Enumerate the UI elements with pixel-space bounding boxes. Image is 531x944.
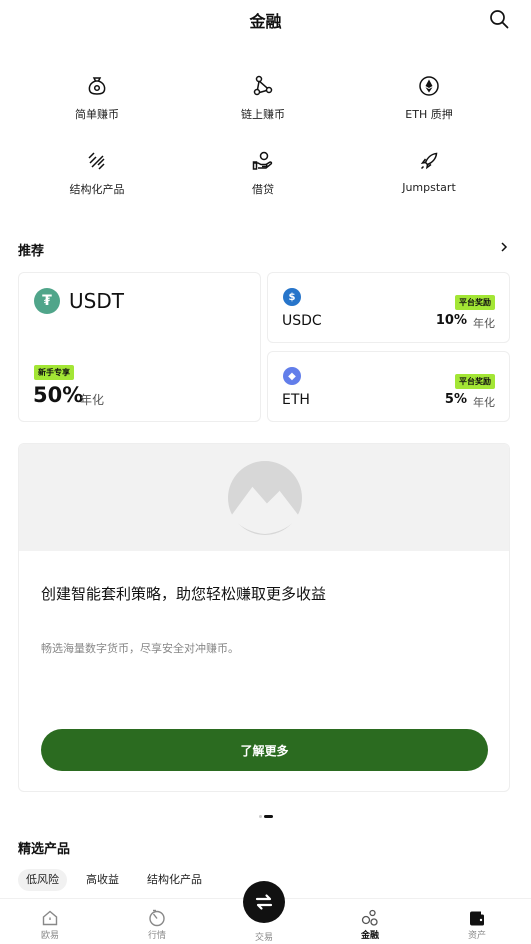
trade-button[interactable] [243, 881, 285, 923]
tab-label: 交易 [254, 933, 273, 943]
tab-label: 行情 [147, 931, 166, 941]
eth-coin-icon: ◆ [283, 367, 301, 385]
promo-subtext: 畅选海量数字货币，尽享安全对冲赚币。 [41, 642, 239, 655]
wallet-icon [470, 911, 484, 926]
quick-action-structured[interactable]: 结构化产品 [14, 149, 180, 197]
bottom-tab-bar: 欧易 行情 交易 金融 资产 [0, 881, 531, 944]
product-card-usdc[interactable]: $ USDC 平台奖励 10% 年化 [267, 272, 510, 343]
search-icon[interactable] [489, 9, 509, 29]
apy-rate: 50% [33, 383, 84, 407]
filter-chip-structured[interactable]: 结构化产品 [139, 869, 210, 891]
apy-rate: 5% [444, 392, 467, 407]
product-card-eth[interactable]: ◆ ETH 平台奖励 5% 年化 [267, 351, 510, 422]
carousel-dot-active[interactable] [263, 815, 273, 818]
quick-action-label: 借贷 [252, 183, 274, 196]
tab-label: 资产 [467, 931, 486, 941]
apy-unit: 年化 [473, 317, 495, 330]
usdt-coin-icon: ₮ [34, 288, 60, 314]
apy-unit: 年化 [80, 393, 105, 407]
promo-banner[interactable]: 创建智能套利策略，助您轻松赚取更多收益 畅选海量数字货币，尽享安全对冲赚币。 了… [18, 443, 510, 792]
quick-action-label: Jumpstart [402, 181, 456, 194]
usdc-coin-icon: $ [283, 288, 301, 306]
image-placeholder-icon [228, 461, 302, 535]
quick-action-label: 结构化产品 [69, 183, 125, 196]
promo-badge: 新手专享 [34, 365, 74, 380]
apy-unit: 年化 [473, 396, 495, 409]
filter-chip-high-yield[interactable]: 高收益 [78, 869, 127, 891]
coin-name: USDC [282, 313, 322, 329]
carousel-dot[interactable] [258, 815, 262, 818]
rocket-icon [420, 152, 438, 170]
tab-label: 金融 [360, 931, 379, 941]
structure-icon [88, 152, 105, 170]
quick-actions-grid: 简单赚币 链上赚币 ETH 质押 结构化产品 借贷 Jumpstart [14, 74, 514, 204]
coin-name: USDT [69, 289, 124, 313]
page-title: 金融 [249, 12, 282, 31]
money-bag-icon [88, 77, 106, 95]
header: 金融 [0, 0, 531, 36]
selected-products-header: 精选产品 [18, 838, 513, 857]
banner-image-placeholder [19, 444, 509, 551]
tab-market[interactable]: 行情 [127, 909, 187, 941]
tab-okx[interactable]: 欧易 [20, 909, 80, 941]
learn-more-button[interactable]: 了解更多 [41, 729, 488, 771]
promo-badge: 平台奖励 [455, 374, 495, 389]
apy-rate: 10% [435, 313, 467, 328]
quick-action-loan[interactable]: 借贷 [180, 149, 346, 197]
nodes-icon [253, 75, 273, 96]
promo-badge: 平台奖励 [455, 295, 495, 310]
ethereum-icon [419, 76, 439, 96]
section-title: 精选产品 [18, 842, 71, 857]
finance-circles-icon [361, 909, 378, 926]
quick-action-simple-earn[interactable]: 简单赚币 [14, 74, 180, 122]
coin-name: ETH [282, 392, 310, 408]
quick-action-label: ETH 质押 [405, 108, 453, 121]
carousel-indicator [0, 806, 531, 825]
tab-label: 欧易 [40, 931, 59, 941]
chevron-right-icon[interactable] [497, 240, 511, 254]
quick-action-eth-staking[interactable]: ETH 质押 [346, 74, 512, 122]
quick-action-onchain-earn[interactable]: 链上赚币 [180, 74, 346, 122]
tab-assets[interactable]: 资产 [447, 909, 507, 941]
loan-hand-icon [252, 151, 273, 170]
swap-arrows-icon [255, 894, 273, 910]
filter-chip-low-risk[interactable]: 低风险 [18, 869, 67, 891]
tab-finance[interactable]: 金融 [340, 909, 400, 941]
recommend-header[interactable]: 推荐 [18, 240, 513, 259]
quick-action-label: 链上赚币 [241, 108, 285, 121]
quick-action-jumpstart[interactable]: Jumpstart [346, 149, 512, 194]
home-icon [42, 910, 58, 926]
quick-action-label: 简单赚币 [75, 108, 119, 121]
product-card-usdt[interactable]: ₮ USDT 新手专享 50% 年化 [18, 272, 261, 422]
section-title: 推荐 [18, 244, 45, 259]
market-dial-icon [149, 909, 165, 927]
promo-headline: 创建智能套利策略，助您轻松赚取更多收益 [41, 585, 327, 603]
